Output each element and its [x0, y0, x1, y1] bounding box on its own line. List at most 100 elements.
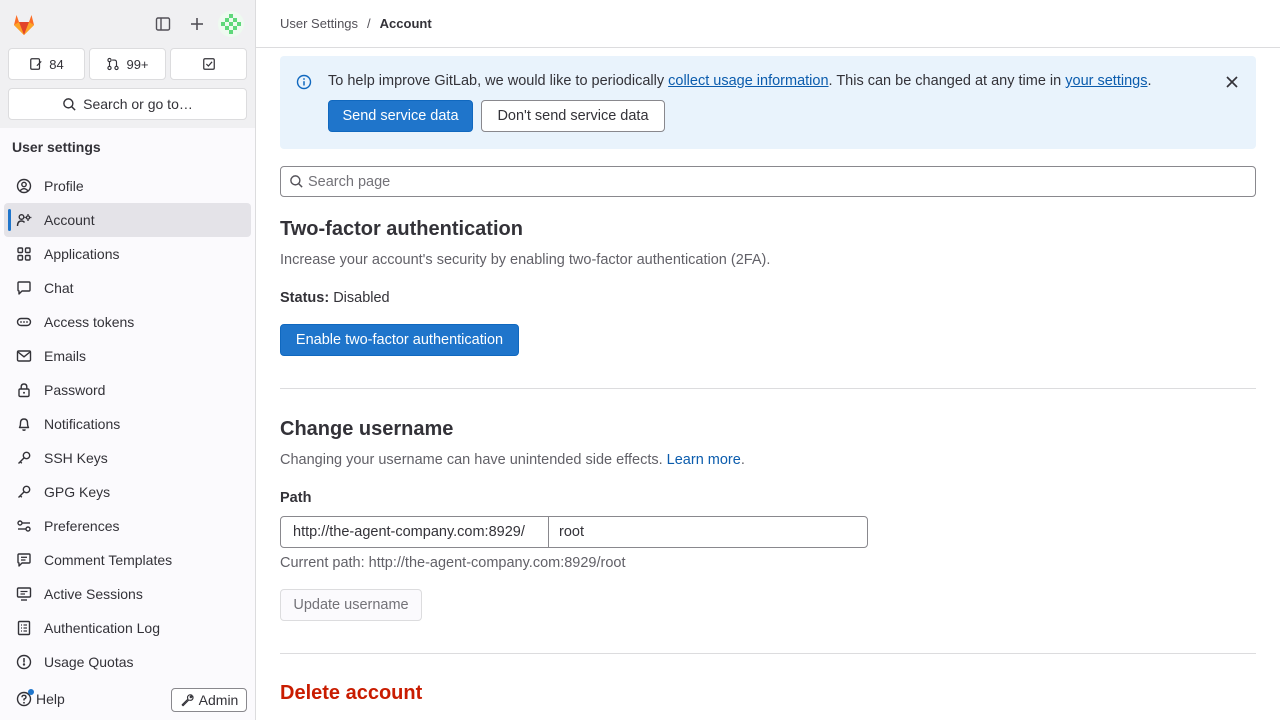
- merge-requests-count: 99+: [126, 56, 149, 72]
- sidebar-item-emails[interactable]: Emails: [4, 339, 251, 373]
- path-input-group: http://the-agent-company.com:8929/: [280, 516, 868, 548]
- search-icon: [63, 97, 76, 111]
- enable-two-factor-button[interactable]: Enable two-factor authentication: [280, 324, 519, 356]
- search-or-go-to-button[interactable]: Search or go to…: [8, 88, 247, 120]
- status-value: Disabled: [333, 290, 390, 306]
- sidebar-item-notifications[interactable]: Notifications: [4, 407, 251, 441]
- key-icon: [18, 451, 31, 464]
- sidebar-item-usage-quotas[interactable]: Usage Quotas: [4, 645, 251, 679]
- preferences-icon: [17, 520, 31, 532]
- help-icon: [16, 689, 34, 707]
- sidebar-item-comment-templates[interactable]: Comment Templates: [4, 543, 251, 577]
- token-icon: [16, 317, 32, 327]
- wrench-icon: [181, 694, 194, 707]
- sidebar-nav: Profile Account Applications Chat Access…: [4, 169, 251, 679]
- sidebar-item-profile[interactable]: Profile: [4, 169, 251, 203]
- gitlab-logo-icon[interactable]: [10, 10, 38, 38]
- help-button[interactable]: Help: [16, 689, 65, 707]
- plus-icon[interactable]: [183, 10, 211, 38]
- sidebar-item-label: Profile: [44, 178, 84, 194]
- search-icon: [290, 175, 303, 188]
- sidebar-item-label: Applications: [44, 246, 120, 262]
- info-icon: [296, 74, 312, 90]
- change-username-description-text: Changing your username can have unintend…: [280, 452, 667, 468]
- current-path-text: Current path: http://the-agent-company.c…: [280, 555, 626, 571]
- send-service-data-button[interactable]: Send service data: [328, 100, 473, 132]
- section-divider: [280, 653, 1256, 654]
- sidebar-item-label: Password: [44, 382, 106, 398]
- merge-requests-counter-button[interactable]: 99+: [89, 48, 166, 80]
- username-input[interactable]: [548, 516, 868, 548]
- dont-send-service-data-button[interactable]: Don't send service data: [481, 100, 665, 132]
- issues-count: 84: [49, 56, 64, 72]
- bell-icon: [18, 418, 30, 431]
- sidebar-toggle-icon[interactable]: [149, 10, 177, 38]
- sidebar-item-label: Chat: [44, 280, 74, 296]
- breadcrumb: User Settings / Account: [280, 16, 432, 31]
- sidebar-item-authentication-log[interactable]: Authentication Log: [4, 611, 251, 645]
- close-icon[interactable]: [1224, 74, 1240, 90]
- sidebar-item-password[interactable]: Password: [4, 373, 251, 407]
- help-label: Help: [36, 691, 65, 707]
- sidebar-item-label: Comment Templates: [44, 552, 173, 568]
- sidebar-item-gpg-keys[interactable]: GPG Keys: [4, 475, 251, 509]
- sidebar-item-label: Preferences: [44, 518, 120, 534]
- alert-text-middle: . This can be changed at any time in: [828, 73, 1066, 89]
- account-settings-icon: [16, 214, 32, 227]
- search-page-input[interactable]: [308, 167, 1238, 196]
- sidebar-item-applications[interactable]: Applications: [4, 237, 251, 271]
- sidebar: 84 99+ Search or go to… User settings Pr…: [0, 0, 256, 720]
- two-factor-description: Increase your account's security by enab…: [280, 252, 771, 268]
- search-page-field: [280, 166, 1256, 197]
- sidebar-item-chat[interactable]: Chat: [4, 271, 251, 305]
- learn-more-link[interactable]: Learn more: [667, 452, 741, 468]
- your-settings-link[interactable]: your settings: [1065, 73, 1147, 89]
- sidebar-item-label: Usage Quotas: [44, 654, 134, 670]
- sidebar-item-preferences[interactable]: Preferences: [4, 509, 251, 543]
- two-factor-title: Two-factor authentication: [280, 218, 523, 240]
- breadcrumb-account[interactable]: Account: [380, 16, 432, 31]
- sidebar-item-access-tokens[interactable]: Access tokens: [4, 305, 251, 339]
- path-label: Path: [280, 490, 312, 506]
- description-period: .: [740, 452, 745, 468]
- two-factor-status: Status: Disabled: [280, 290, 390, 306]
- admin-label: Admin: [198, 692, 239, 708]
- collect-usage-information-link[interactable]: collect usage information: [668, 73, 828, 89]
- sidebar-item-label: SSH Keys: [44, 450, 108, 466]
- sidebar-item-ssh-keys[interactable]: SSH Keys: [4, 441, 251, 475]
- merge-request-icon: [107, 57, 120, 71]
- monitor-icon: [16, 587, 32, 601]
- user-avatar[interactable]: [218, 11, 244, 37]
- change-username-title: Change username: [280, 418, 454, 440]
- notification-dot: [28, 689, 34, 695]
- applications-icon: [17, 247, 31, 261]
- delete-account-title: Delete account: [280, 682, 423, 704]
- sidebar-item-account[interactable]: Account: [4, 203, 251, 237]
- issues-icon: [30, 58, 42, 70]
- admin-area-button[interactable]: Admin: [171, 688, 247, 712]
- profile-icon: [16, 178, 32, 194]
- log-icon: [17, 620, 31, 636]
- sidebar-footer: Help Admin: [0, 684, 255, 720]
- sidebar-header: 84 99+ Search or go to…: [0, 0, 255, 128]
- sidebar-item-label: Authentication Log: [44, 620, 160, 636]
- todos-button[interactable]: [170, 48, 247, 80]
- sidebar-item-label: Access tokens: [44, 314, 135, 330]
- issues-counter-button[interactable]: 84: [8, 48, 85, 80]
- comment-lines-icon: [17, 553, 31, 567]
- key-icon: [18, 485, 31, 498]
- sidebar-item-label: Active Sessions: [44, 586, 143, 602]
- alert-text-before: To help improve GitLab, we would like to…: [328, 73, 669, 89]
- service-data-alert: To help improve GitLab, we would like to…: [280, 56, 1256, 149]
- change-username-description: Changing your username can have unintend…: [280, 452, 745, 468]
- mail-icon: [16, 350, 32, 362]
- path-prefix: http://the-agent-company.com:8929/: [280, 516, 549, 548]
- breadcrumb-user-settings[interactable]: User Settings: [280, 16, 358, 31]
- quota-gauge-icon: [16, 654, 32, 670]
- search-or-go-to-label: Search or go to…: [83, 96, 193, 112]
- breadcrumb-separator: /: [367, 16, 371, 31]
- sidebar-item-label: Emails: [44, 348, 87, 364]
- sidebar-item-active-sessions[interactable]: Active Sessions: [4, 577, 251, 611]
- sidebar-item-label: Account: [44, 212, 95, 228]
- update-username-button[interactable]: Update username: [280, 589, 422, 621]
